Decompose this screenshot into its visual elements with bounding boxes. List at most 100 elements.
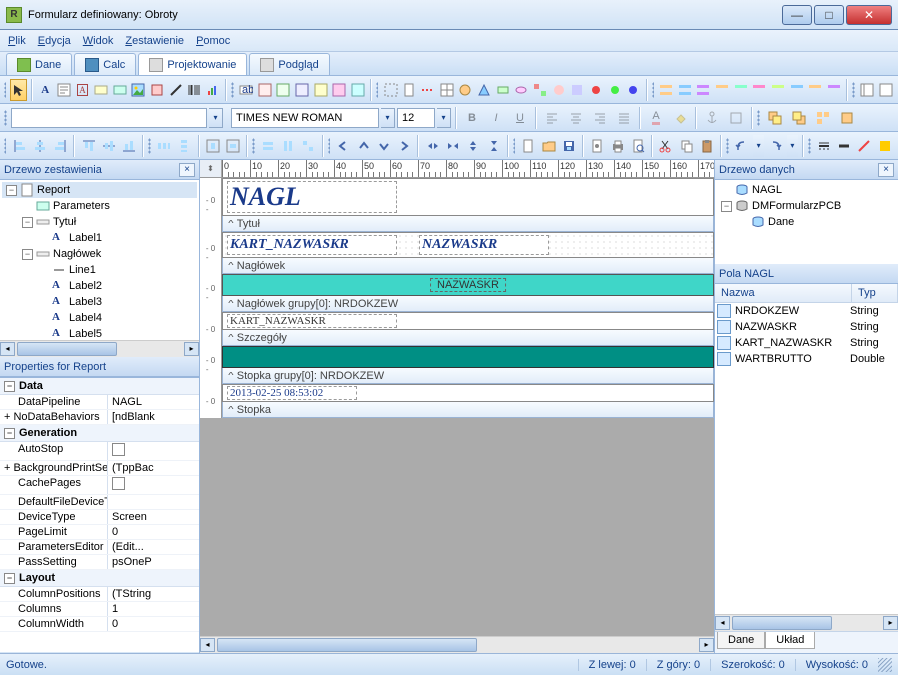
ungroup-button[interactable] (836, 107, 858, 129)
object-combo-drop[interactable]: ▾ (209, 108, 223, 128)
dbrichtext-tool[interactable] (275, 79, 292, 101)
field-row[interactable]: NAZWASKRString (715, 319, 898, 335)
menu-pomoc[interactable]: Pomoc (196, 35, 230, 47)
font-size-drop[interactable]: ▾ (437, 108, 451, 128)
align-right-edge[interactable] (51, 135, 69, 157)
center-h[interactable] (204, 135, 222, 157)
nudge-down[interactable] (375, 135, 393, 157)
band-header-groupfooter[interactable]: ^Stopka grupy[0]: NRDOKZEW (222, 368, 714, 384)
tree-label4[interactable]: Label4 (69, 312, 102, 324)
align-center-button[interactable] (565, 107, 587, 129)
shrink-h[interactable] (444, 135, 462, 157)
tool-misc6[interactable] (550, 79, 567, 101)
align-left-edge[interactable] (10, 135, 28, 157)
tree-dane[interactable]: Dane (768, 216, 794, 228)
tab-uklad-fields[interactable]: Układ (765, 632, 815, 649)
subreport-tool[interactable] (401, 79, 418, 101)
paste-button[interactable] (698, 135, 716, 157)
tool-misc4[interactable] (513, 79, 530, 101)
fill-color-button[interactable] (669, 107, 691, 129)
close-button[interactable]: ✕ (846, 5, 892, 25)
dbtext-tool[interactable]: ab (238, 79, 255, 101)
variable-tool[interactable] (111, 79, 128, 101)
align-left-button[interactable] (541, 107, 563, 129)
pointer-tool[interactable] (10, 79, 27, 101)
dbbarcode-tool[interactable] (331, 79, 348, 101)
menu-zestawienie[interactable]: Zestawienie (125, 35, 184, 47)
tree-label3[interactable]: Label3 (69, 296, 102, 308)
tree-label2[interactable]: Label2 (69, 280, 102, 292)
fill-button[interactable] (876, 135, 894, 157)
tool-view2[interactable] (877, 79, 894, 101)
align-right-button[interactable] (589, 107, 611, 129)
grow-h[interactable] (423, 135, 441, 157)
same-width[interactable] (259, 135, 277, 157)
shape-tool[interactable] (149, 79, 166, 101)
font-family-combo[interactable] (231, 108, 379, 128)
field-row[interactable]: NRDOKZEWString (715, 303, 898, 319)
bold-button[interactable]: B (461, 107, 483, 129)
align-bottom-edge[interactable] (120, 135, 138, 157)
data-tree[interactable]: NAGL −DMFormularzPCB Dane (715, 180, 898, 264)
menu-edycja[interactable]: Edycja (38, 35, 71, 47)
region-tool[interactable] (382, 79, 399, 101)
undo-drop[interactable]: ▾ (753, 135, 764, 157)
band-header-group[interactable]: ^Nagłówek grupy[0]: NRDOKZEW (222, 296, 714, 312)
label-kart-nazwaskr[interactable]: KART_NAZWASKR (227, 235, 397, 255)
line-color-button[interactable] (855, 135, 873, 157)
tool-misc5[interactable] (532, 79, 549, 101)
tool-group3[interactable] (695, 79, 712, 101)
shrink-v[interactable] (484, 135, 502, 157)
band-header-tytul[interactable]: ^Tytuł (222, 216, 714, 232)
font-size-combo[interactable] (397, 108, 435, 128)
tool-misc9[interactable] (606, 79, 623, 101)
menu-plik[interactable]: Plik (8, 35, 26, 47)
band-header-footer[interactable]: ^Stopka (222, 402, 714, 418)
fields-hscroll[interactable]: ◂▸ (715, 614, 898, 631)
align-hcenter[interactable] (31, 135, 49, 157)
tree-report[interactable]: Report (37, 184, 70, 196)
preview-button[interactable] (629, 135, 647, 157)
tree-line1[interactable]: Line1 (69, 264, 96, 276)
tree-parameters[interactable]: Parameters (53, 200, 110, 212)
font-family-drop[interactable]: ▾ (381, 108, 395, 128)
center-v[interactable] (224, 135, 242, 157)
border-button[interactable] (725, 107, 747, 129)
font-color-button[interactable]: A (645, 107, 667, 129)
dbtext-kart-nazwaskr[interactable]: KART_NAZWASKR (227, 314, 397, 328)
crosstab-tool[interactable] (438, 79, 455, 101)
open-button[interactable] (539, 135, 557, 157)
redo-button[interactable] (766, 135, 784, 157)
tab-podglad[interactable]: Podgląd (249, 53, 329, 75)
tree-naglowek[interactable]: Nagłówek (53, 248, 101, 260)
tool-group7[interactable] (770, 79, 787, 101)
data-tree-close[interactable]: × (878, 163, 894, 177)
group-header-shape[interactable]: NAZWASKR (222, 274, 714, 296)
barcode-tool[interactable] (186, 79, 203, 101)
fields-grid[interactable]: NazwaTyp NRDOKZEWStringNAZWASKRStringKAR… (715, 284, 898, 653)
tree-nagl[interactable]: NAGL (752, 184, 782, 196)
copy-button[interactable] (677, 135, 695, 157)
align-top-edge[interactable] (79, 135, 97, 157)
dbchart-tool[interactable] (350, 79, 367, 101)
nudge-right[interactable] (395, 135, 413, 157)
tab-dane-fields[interactable]: Dane (717, 632, 765, 649)
pagesetup-button[interactable] (588, 135, 606, 157)
tab-calc[interactable]: Calc (74, 53, 136, 75)
band-header-naglowek[interactable]: ^Nagłówek (222, 258, 714, 274)
tool-group6[interactable] (751, 79, 768, 101)
tool-misc3[interactable] (494, 79, 511, 101)
tool-group2[interactable] (676, 79, 693, 101)
tree-tytul[interactable]: Tytuł (53, 216, 76, 228)
tool-misc1[interactable] (457, 79, 474, 101)
grow-v[interactable] (464, 135, 482, 157)
undo-button[interactable] (733, 135, 751, 157)
space-v[interactable] (175, 135, 193, 157)
line-style-button[interactable] (815, 135, 833, 157)
field-row[interactable]: WARTBRUTTODouble (715, 351, 898, 367)
save-button[interactable] (560, 135, 578, 157)
pagebreak-tool[interactable] (420, 79, 437, 101)
tab-projektowanie[interactable]: Projektowanie (138, 53, 247, 75)
field-row[interactable]: KART_NAZWASKRString (715, 335, 898, 351)
nudge-up[interactable] (354, 135, 372, 157)
